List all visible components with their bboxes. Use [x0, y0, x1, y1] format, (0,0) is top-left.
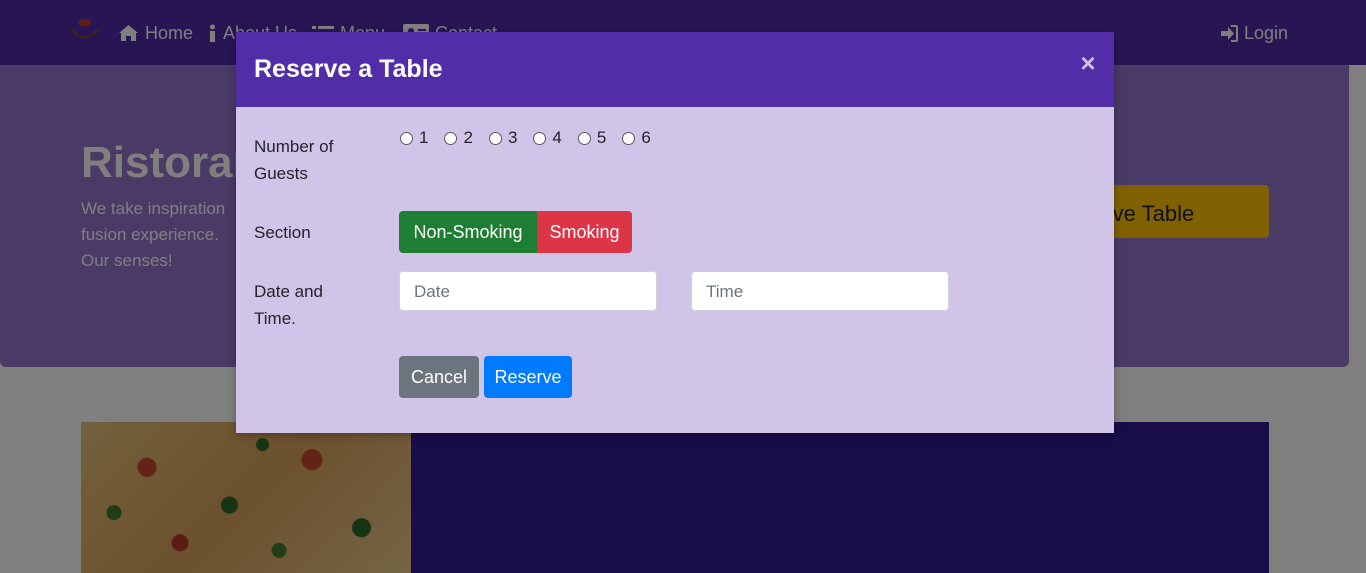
guest-option-label: 5 — [596, 128, 607, 147]
guest-option-label: 1 — [419, 128, 429, 147]
radio-button[interactable] — [622, 131, 636, 145]
guest-option-label: 4 — [552, 128, 562, 147]
section-label: Section — [254, 223, 311, 242]
radio-button[interactable] — [444, 131, 458, 145]
guests-radio-group: 1 2 3 4 5 6 — [400, 128, 667, 148]
cancel-button[interactable]: Cancel — [399, 356, 479, 398]
page: Home About Us Menu — [0, 0, 1366, 573]
guest-option-2[interactable]: 2 — [444, 128, 473, 148]
modal-header: Reserve a Table × — [236, 32, 1114, 107]
section-button-group: Non-Smoking Smoking — [399, 211, 632, 253]
guest-option-label: 6 — [641, 128, 651, 147]
datetime-label: Date and Time. — [254, 282, 323, 328]
date-input[interactable]: Date — [399, 271, 657, 311]
radio-button[interactable] — [577, 131, 591, 145]
close-icon[interactable]: × — [1078, 50, 1098, 76]
reserve-button[interactable]: Reserve — [484, 356, 572, 398]
guest-option-3[interactable]: 3 — [488, 128, 518, 148]
guest-option-label: 3 — [507, 128, 518, 147]
guest-option-6[interactable]: 6 — [622, 128, 651, 148]
guest-option-5[interactable]: 5 — [577, 128, 607, 148]
modal-title: Reserve a Table — [254, 55, 443, 83]
smoking-button[interactable]: Smoking — [537, 211, 632, 253]
radio-button[interactable] — [533, 131, 547, 145]
radio-button[interactable] — [488, 131, 502, 145]
radio-button[interactable] — [400, 131, 413, 145]
guest-option-1[interactable]: 1 — [400, 128, 428, 148]
non-smoking-button[interactable]: Non-Smoking — [399, 211, 537, 253]
time-input[interactable]: Time — [691, 271, 949, 311]
guest-option-label: 2 — [463, 128, 473, 147]
guests-label: Number of Guests — [254, 137, 334, 183]
guest-option-4[interactable]: 4 — [533, 128, 562, 148]
reserve-modal: Reserve a Table × Number of Guests 1 2 3… — [236, 32, 1114, 433]
